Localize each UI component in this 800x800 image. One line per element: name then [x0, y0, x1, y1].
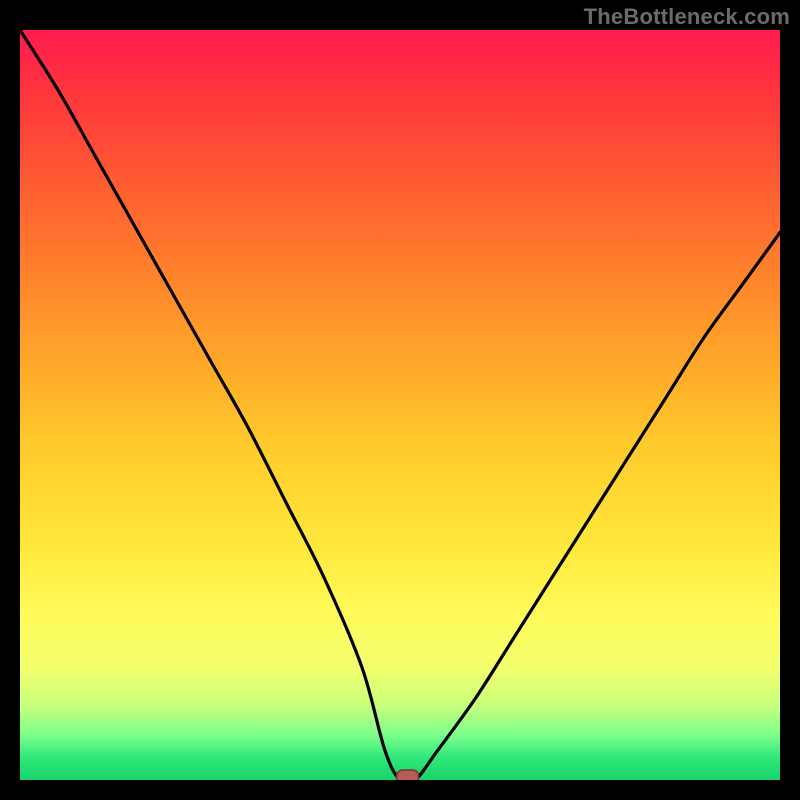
optimal-marker [397, 770, 419, 780]
bottleneck-curve [20, 30, 780, 780]
plot-area [20, 30, 780, 780]
bottleneck-curve-svg [20, 30, 780, 780]
chart-frame: TheBottleneck.com [0, 0, 800, 800]
watermark-text: TheBottleneck.com [584, 4, 790, 30]
